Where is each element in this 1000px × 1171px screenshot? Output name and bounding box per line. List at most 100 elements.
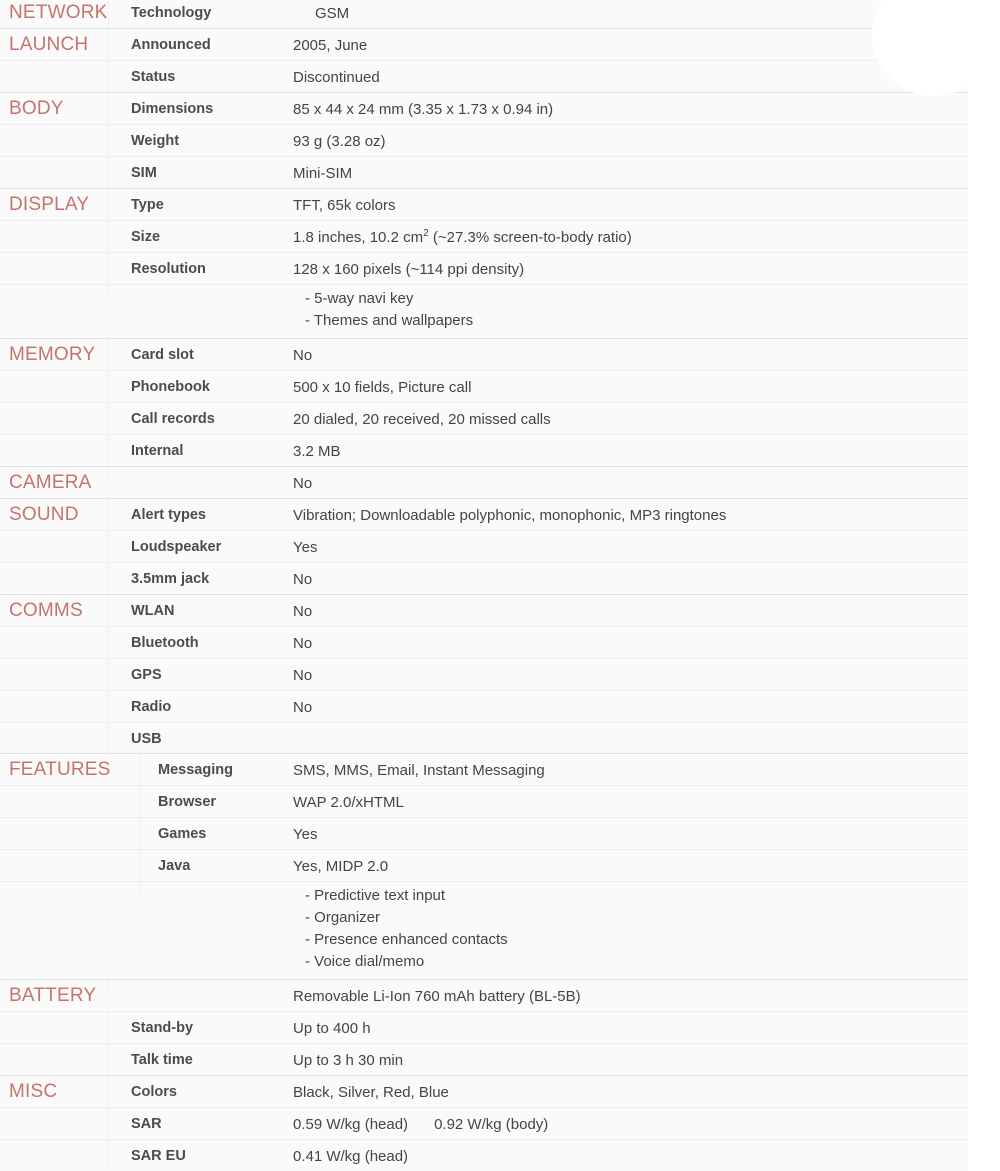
spec-value: Up to 3 h 30 min <box>293 1052 404 1069</box>
spec-label: Card slot <box>108 339 283 369</box>
section-heading-spacer <box>0 285 108 294</box>
section-heading-spacer <box>0 221 108 230</box>
section-heading-spacer <box>0 723 108 732</box>
spec-row: Stand-by Up to 400 h <box>0 1011 968 1043</box>
section-heading-spacer <box>0 627 108 636</box>
spec-value: No <box>293 603 313 620</box>
spec-row: MEMORY Card slot No <box>0 338 968 370</box>
spec-value: Vibration; Downloadable polyphonic, mono… <box>293 507 727 524</box>
spec-row: Radio No <box>0 690 968 722</box>
spec-value-head: 0.59 W/kg (head) <box>293 1116 409 1133</box>
section-heading-launch: LAUNCH <box>9 34 89 55</box>
spec-label: Weight <box>108 125 283 155</box>
spec-value: GSM <box>315 5 350 22</box>
spec-row: Size 1.8 inches, 10.2 cm2 (~27.3% screen-… <box>0 220 968 252</box>
spec-value: WAP 2.0/xHTML <box>293 794 404 811</box>
spec-value-list-item: - Voice dial/memo <box>305 953 425 970</box>
spec-value-body: 0.92 W/kg (body) <box>434 1116 549 1133</box>
spec-label: Stand-by <box>108 1012 283 1042</box>
section-heading-spacer <box>0 1044 108 1053</box>
spec-label: Java <box>140 850 283 880</box>
section-heading-spacer <box>0 818 140 827</box>
spec-row: COMMS WLAN No <box>0 594 968 626</box>
section-heading-spacer <box>0 1140 108 1149</box>
spec-row: GPS No <box>0 658 968 690</box>
page-right-margin <box>968 0 1000 1083</box>
spec-row: USB <box>0 722 968 753</box>
spec-value-list: - Predictive text input - Organizer - Pres… <box>283 882 516 979</box>
spec-label: Status <box>108 61 283 91</box>
spec-label: SAR <box>108 1108 283 1138</box>
spec-value-list: - 5-way navi key - Themes and wallpapers <box>283 285 481 338</box>
spec-row: Games Yes <box>0 817 968 849</box>
spec-row: BATTERY Removable Li-Ion 760 mAh battery … <box>0 979 968 1011</box>
spec-label <box>108 285 283 296</box>
section-heading-spacer <box>0 531 108 540</box>
spec-label: Bluetooth <box>108 627 283 657</box>
spec-label: Alert types <box>108 499 283 529</box>
spec-value: 500 x 10 fields, Picture call <box>293 379 472 396</box>
spec-value: 0.41 W/kg (head) <box>293 1148 409 1165</box>
spec-value: No <box>293 667 313 684</box>
section-heading-spacer <box>0 563 108 572</box>
spec-row: SIM Mini-SIM <box>0 156 968 188</box>
spec-row: SAR 0.59 W/kg (head) 0.92 W/kg (body) <box>0 1107 968 1139</box>
section-heading-misc: MISC <box>9 1081 58 1102</box>
spec-value-prefix: 1.8 inches, 10.2 cm <box>293 229 424 246</box>
section-heading-spacer <box>0 253 108 262</box>
spec-value: Yes, MIDP 2.0 <box>293 858 389 875</box>
spec-value: 3.2 MB <box>293 443 341 460</box>
section-heading-spacer <box>0 1108 108 1117</box>
spec-value: 20 dialed, 20 received, 20 missed calls <box>293 411 551 428</box>
section-heading-camera: CAMERA <box>9 472 92 493</box>
spec-row: - Predictive text input - Organizer - Pres… <box>0 881 968 979</box>
spec-value-list-item: - Predictive text input <box>305 887 446 904</box>
spec-label: Technology <box>108 0 283 27</box>
spec-row: FEATURES Messaging SMS, MMS, Email, Instan… <box>0 753 968 785</box>
spec-value: Removable Li-Ion 760 mAh battery (BL-5B) <box>293 988 581 1005</box>
spec-label: Internal <box>108 435 283 465</box>
spec-value-list-item: - Organizer <box>305 909 381 926</box>
spec-label: Announced <box>108 29 283 59</box>
spec-value: 1.8 inches, 10.2 cm2 (~27.3% screen-to-b… <box>283 221 968 252</box>
phone-specifications-table: NETWORK Technology GSM LAUNCH Announced 2005,… <box>0 0 968 1171</box>
section-heading-display: DISPLAY <box>9 194 90 215</box>
section-heading-spacer <box>0 403 108 412</box>
spec-row: DISPLAY Type TFT, 65k colors <box>0 188 968 220</box>
section-heading-spacer <box>0 371 108 380</box>
section-heading-spacer <box>0 659 108 668</box>
spec-label: Dimensions <box>108 93 283 123</box>
spec-value: Discontinued <box>293 69 380 86</box>
spec-value: Mini-SIM <box>293 165 353 182</box>
section-heading-spacer <box>0 435 108 444</box>
spec-label <box>108 467 283 478</box>
spec-label: Resolution <box>108 253 283 283</box>
spec-row: Talk time Up to 3 h 30 min <box>0 1043 968 1075</box>
spec-value-list-item: - Presence enhanced contacts <box>305 931 508 948</box>
spec-value: 2005, June <box>293 37 368 54</box>
spec-label: Type <box>108 189 283 219</box>
spec-row: Internal 3.2 MB <box>0 434 968 466</box>
section-heading-body: BODY <box>9 98 64 119</box>
spec-label <box>108 980 283 991</box>
spec-row: MISC Colors Black, Silver, Red, Blue <box>0 1075 968 1107</box>
spec-row: Java Yes, MIDP 2.0 <box>0 849 968 881</box>
spec-label: Phonebook <box>108 371 283 401</box>
spec-row: 3.5mm jack No <box>0 562 968 594</box>
spec-row: SAR EU 0.41 W/kg (head) <box>0 1139 968 1171</box>
section-heading-features: FEATURES <box>9 759 111 780</box>
spec-row: Phonebook 500 x 10 fields, Picture call <box>0 370 968 402</box>
spec-value: Black, Silver, Red, Blue <box>293 1084 449 1101</box>
spec-value-list-item: - 5-way navi key <box>305 290 414 307</box>
spec-value: No <box>293 635 313 652</box>
spec-value: TFT, 65k colors <box>293 197 396 214</box>
spec-value: No <box>293 475 313 492</box>
section-heading-spacer <box>0 61 108 70</box>
section-heading-spacer <box>0 1012 108 1021</box>
spec-row: NETWORK Technology GSM <box>0 0 968 28</box>
section-heading-spacer <box>0 157 108 166</box>
section-heading-spacer <box>0 850 140 859</box>
spec-row: Call records 20 dialed, 20 received, 20 m… <box>0 402 968 434</box>
spec-row: Resolution 128 x 160 pixels (~114 ppi den… <box>0 252 968 284</box>
section-heading-spacer <box>0 882 140 891</box>
